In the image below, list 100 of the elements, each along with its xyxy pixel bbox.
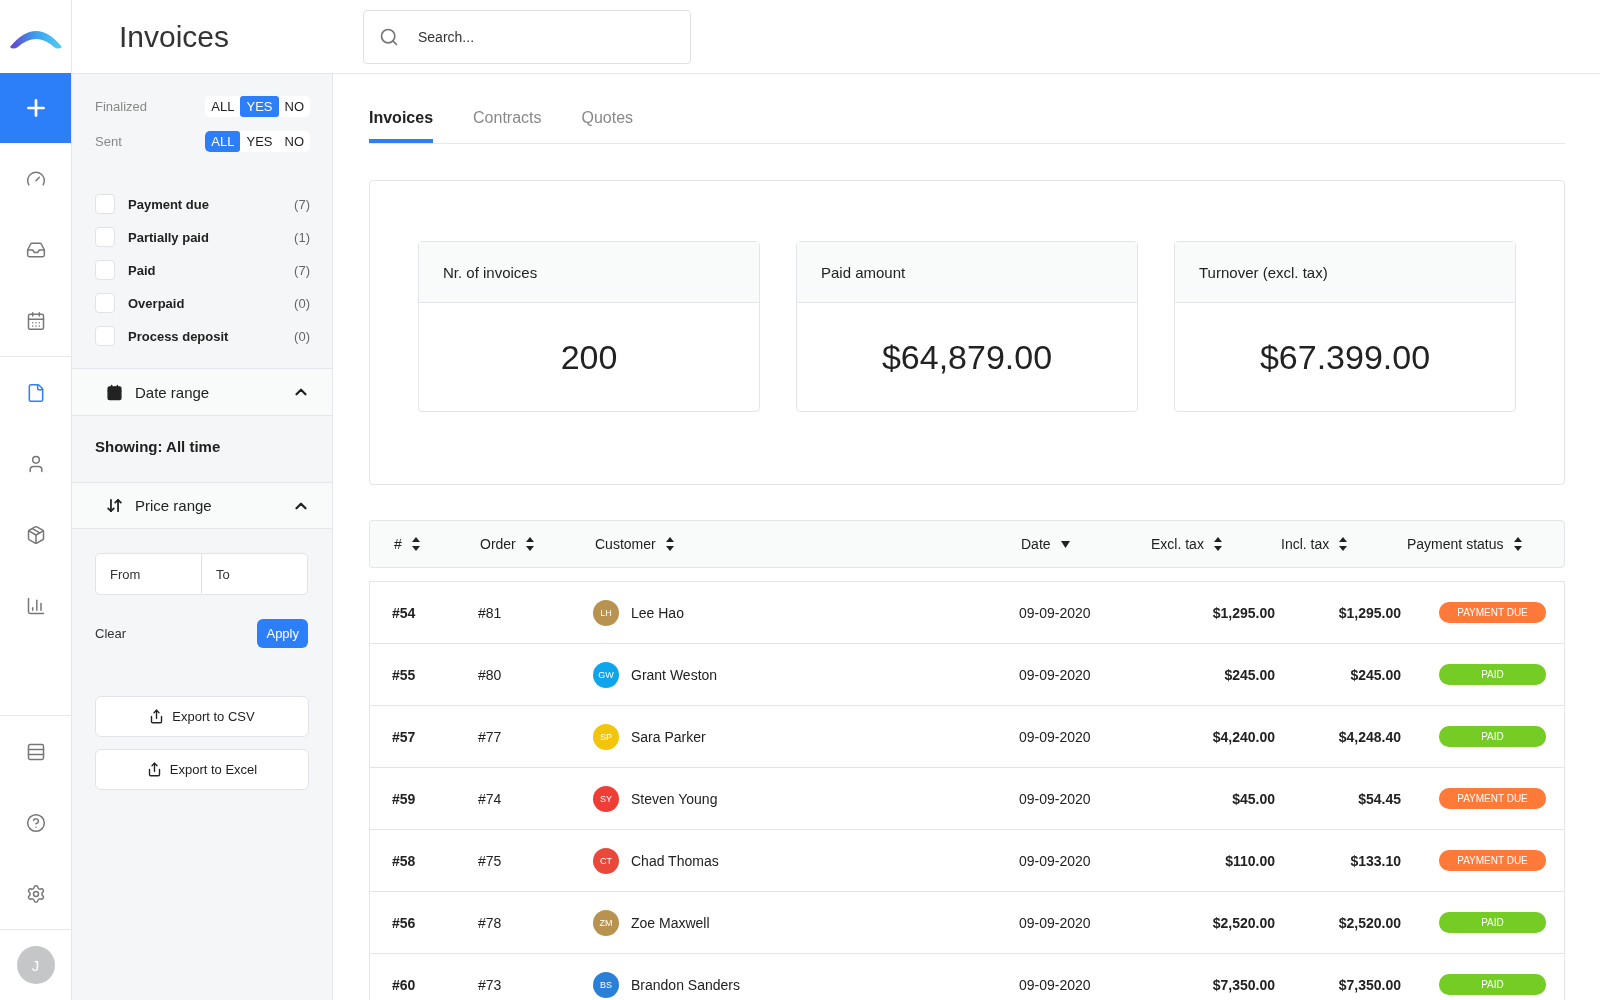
customer-name: Zoe Maxwell [631,914,710,931]
status-badge: PAID [1439,974,1546,995]
table-cell-text: $4,240.00 [1211,728,1276,745]
export-button[interactable]: Export to CSV [95,696,309,737]
checkbox-label: Payment due [128,196,210,212]
table-cell-text: #54 [392,604,417,621]
apply-button[interactable]: Apply [257,619,308,648]
column-header[interactable]: Excl. tax [1151,536,1222,552]
customer-name: Brandon Sanders [631,976,740,993]
status-count: (7) [294,262,310,278]
sort-arrows-icon [106,497,123,514]
customer-name: Steven Young [631,790,718,807]
table-cell-text: $45.00 [1231,790,1276,807]
column-header[interactable]: Payment status [1407,536,1522,552]
filter-label: Sent [95,134,122,149]
export-icon [146,762,162,777]
checkbox[interactable] [95,227,115,247]
table-cell-text: $7,350.00 [1211,976,1276,993]
checkbox[interactable] [95,293,115,313]
stat-value: $67.399.00 [1259,337,1431,377]
from-field[interactable]: From [95,553,202,595]
calendar-icon [106,383,123,401]
tab[interactable]: Contracts [473,109,542,143]
table-cell-text: #57 [392,728,417,745]
toggle-option[interactable]: ALL [205,131,241,152]
table-cell-text: 09-09-2020 [1019,976,1092,993]
customer-avatar: LH [593,599,619,626]
date-range-summary: Showing: All time [94,437,222,457]
tab[interactable]: Quotes [581,109,634,143]
table-cell-text: $2,520.00 [1337,914,1402,931]
settings-icon [25,883,46,904]
status-badge: PAYMENT DUE [1439,850,1546,871]
table-cell-text: $7,350.00 [1337,976,1402,993]
checkbox[interactable] [95,194,115,214]
clear-button[interactable]: Clear [95,626,127,641]
checkbox-label: Partially paid [128,229,210,245]
table-cell-text: $2,520.00 [1211,914,1276,931]
column-header[interactable]: Order [480,536,534,552]
column-header[interactable]: Customer [595,536,674,552]
toggle-option[interactable]: YES [240,96,279,117]
checkbox-label: Paid [128,262,157,278]
status-badge: PAYMENT DUE [1439,788,1546,809]
customer-name: Sara Parker [631,728,706,745]
status-count: (1) [294,229,310,245]
table-cell-text: #56 [392,914,417,931]
column-header[interactable]: Incl. tax [1281,536,1348,552]
table-cell-text: #73 [478,976,503,993]
checkbox[interactable] [95,260,115,280]
table-cell-text: #58 [392,852,417,869]
table-cell-text: $1,295.00 [1211,604,1276,621]
date-range-header[interactable]: Date range [72,368,332,416]
export-button[interactable]: Export to Excel [95,749,309,790]
table-cell-text: #77 [478,728,503,745]
table-cell-text: #78 [478,914,503,931]
table-cell-text: #80 [478,666,503,683]
status-badge: PAYMENT DUE [1439,602,1546,623]
table-cell-text: #60 [392,976,417,993]
checkbox-label: Overpaid [128,295,186,311]
page-title: Invoices [119,19,231,54]
stat-label: Paid amount [821,263,906,281]
status-badge: PAID [1439,726,1546,747]
column-header[interactable]: # [394,536,420,552]
column-header[interactable]: Date [1021,536,1070,552]
customer-name: Lee Hao [631,604,684,621]
table-cell-text: $4,248.40 [1337,728,1402,745]
price-range-header[interactable]: Price range [72,482,332,529]
sort-descending-icon [1060,540,1070,548]
checkbox[interactable] [95,326,115,346]
stat-value: 200 [560,337,618,377]
customer-name: Grant Weston [631,666,718,683]
tab[interactable]: Invoices [369,109,434,143]
table-cell-text: 09-09-2020 [1019,666,1092,683]
sort-icon [525,537,534,551]
table-cell-text: #59 [392,790,417,807]
table-cell-text: $133.10 [1349,852,1402,869]
customer-avatar: SP [593,723,619,750]
status-badge: PAID [1439,664,1546,685]
add-button[interactable] [0,73,71,143]
to-field[interactable]: To [202,553,308,595]
stat-label: Nr. of invoices [443,263,538,281]
sort-icon [1339,537,1348,551]
sort-icon [1513,537,1522,551]
table-cell-text: #55 [392,666,417,683]
status-count: (0) [294,328,310,344]
status-count: (7) [294,196,310,212]
table-cell-text: #74 [478,790,503,807]
table-cell-text: $110.00 [1224,852,1276,869]
table-cell-text: 09-09-2020 [1019,852,1092,869]
search-field[interactable]: Search... [363,9,691,64]
table-cell-text: $1,295.00 [1337,604,1402,621]
table-cell-text: $245.00 [1349,666,1402,683]
export-icon [149,709,165,724]
checkbox-label: Process deposit [128,328,230,344]
stat-label: Turnover (excl. tax) [1199,263,1328,281]
sort-icon [665,537,674,551]
customer-avatar: BS [593,971,619,998]
table-cell-text: 09-09-2020 [1019,604,1092,621]
table-cell-text: 09-09-2020 [1019,728,1092,745]
customer-avatar: ZM [593,909,619,936]
table-cell-text: $245.00 [1223,666,1276,683]
